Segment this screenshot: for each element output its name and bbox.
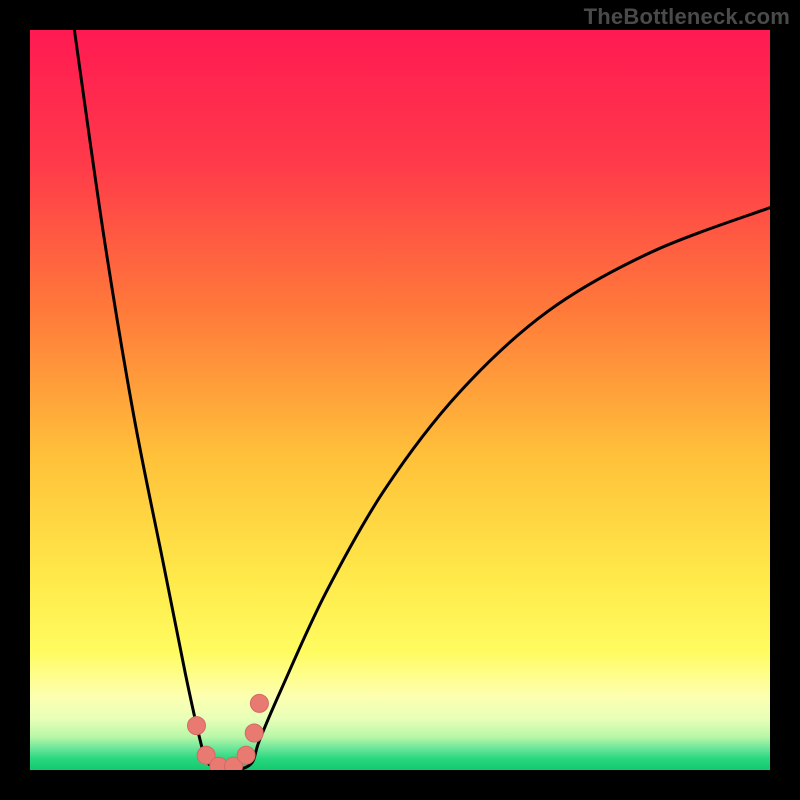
bottleneck-curve	[30, 30, 770, 770]
highlight-marker	[250, 694, 268, 712]
highlight-marker	[237, 746, 255, 764]
highlight-marker	[245, 724, 263, 742]
chart-frame: TheBottleneck.com	[0, 0, 800, 800]
plot-area	[30, 30, 770, 770]
curve-path	[74, 30, 770, 770]
highlight-marker	[188, 717, 206, 735]
attribution-text: TheBottleneck.com	[584, 4, 790, 30]
